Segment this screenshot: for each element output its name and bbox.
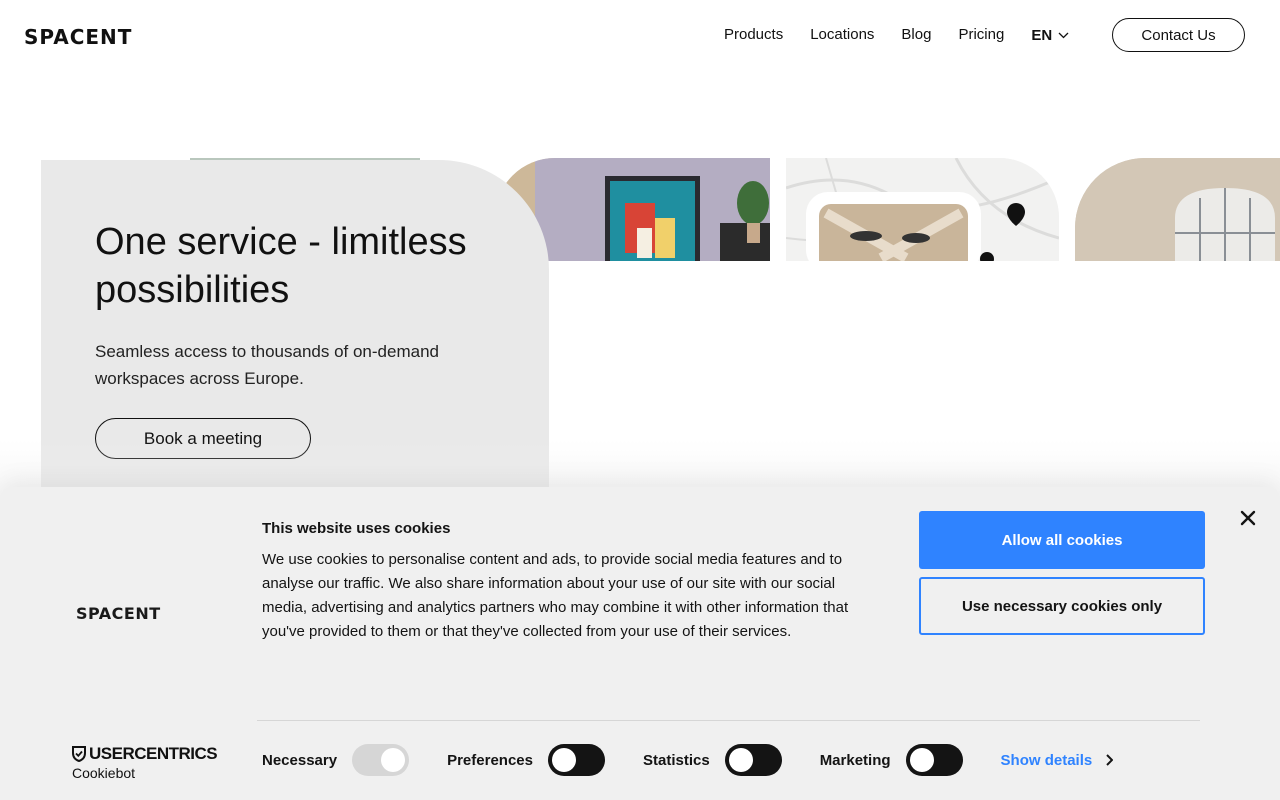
chevron-right-icon (1106, 754, 1114, 766)
language-selector[interactable]: EN (1031, 27, 1069, 44)
cookie-banner-body: We use cookies to personalise content an… (262, 551, 849, 640)
logo-text: SPACENT (24, 25, 133, 49)
toggle-knob (551, 748, 576, 772)
usercentrics-cookiebot-logo[interactable]: USERCENTRICS Cookiebot (72, 744, 218, 782)
window-illustration (1075, 158, 1280, 261)
nav-blog[interactable]: Blog (901, 25, 931, 45)
shield-check-icon (72, 746, 86, 762)
close-icon[interactable] (1238, 508, 1258, 528)
toggle-label-preferences: Preferences (447, 751, 533, 769)
hero-photo-map-app (786, 158, 1059, 261)
necessary-cookies-only-button[interactable]: Use necessary cookies only (919, 577, 1205, 635)
contact-us-button[interactable]: Contact Us (1112, 18, 1245, 52)
show-details-link[interactable]: Show details (1001, 752, 1114, 769)
cookie-banner: SPACENT This website uses cookies We use… (0, 487, 1280, 800)
toggle-knob (381, 748, 406, 772)
toggle-label-statistics: Statistics (642, 751, 710, 769)
toggle-preferences[interactable] (547, 744, 605, 776)
hero-title: One service - limitless possibilities (95, 221, 467, 311)
map-illustration (786, 158, 1059, 261)
usercentrics-text: USERCENTRICS (89, 744, 218, 763)
nav-locations[interactable]: Locations (810, 25, 874, 45)
toggle-necessary (352, 744, 410, 776)
toggle-knob (728, 748, 753, 772)
chevron-down-icon (1058, 32, 1069, 38)
cookiebot-text: Cookiebot (72, 765, 136, 781)
cookie-banner-title: This website uses cookies (262, 520, 451, 537)
divider (257, 720, 1200, 721)
spacent-logo[interactable]: SPACENT (24, 25, 132, 49)
usercentrics-wordmark: USERCENTRICS (72, 744, 218, 763)
hero-photo-window (1075, 158, 1280, 261)
nav-products[interactable]: Products (724, 25, 783, 45)
language-label: EN (1031, 26, 1053, 44)
hero-subtitle: Seamless access to thousands of on-deman… (95, 342, 439, 388)
toggle-label-marketing: Marketing (819, 751, 891, 769)
main-nav: Products Locations Blog Pricing EN (724, 25, 1098, 45)
nav-pricing[interactable]: Pricing (958, 25, 1004, 45)
toggle-label-necessary: Necessary (262, 751, 338, 769)
allow-all-cookies-button[interactable]: Allow all cookies (919, 511, 1205, 569)
site-header: SPACENT Products Locations Blog Pricing … (0, 0, 1280, 70)
toggle-statistics[interactable] (724, 744, 782, 776)
toggle-knob (909, 748, 934, 772)
consent-toggles: Necessary Preferences Statistics Marketi… (262, 744, 1114, 776)
cookie-banner-logo: SPACENT (76, 604, 161, 623)
show-details-label: Show details (1000, 751, 1093, 769)
toggle-marketing[interactable] (905, 744, 963, 776)
